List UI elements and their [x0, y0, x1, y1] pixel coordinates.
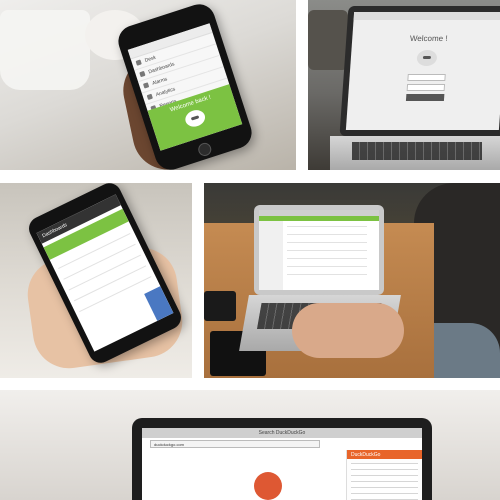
- analytics-icon: [146, 93, 153, 101]
- dashboard-icon: [139, 70, 146, 78]
- laptop-lid: [254, 205, 384, 295]
- laptop-lid: Welcome !: [339, 6, 500, 136]
- sidebar: [259, 221, 283, 290]
- address-bar[interactable]: duckduckgo.com: [150, 440, 320, 448]
- welcome-text: Welcome !: [409, 34, 448, 43]
- password-field[interactable]: [406, 84, 446, 91]
- keyboard: [352, 142, 482, 160]
- login-screen: Welcome !: [345, 12, 500, 130]
- panel-header: DuckDuckGo: [347, 450, 422, 459]
- home-button[interactable]: [196, 141, 213, 158]
- photo-laptop-dashboard: [204, 183, 500, 378]
- photo-duckduckgo: Search DuckDuckGo duckduckgo.com DuckDuc…: [0, 390, 500, 500]
- extension-panel: DuckDuckGo: [346, 450, 422, 500]
- lamp-shape: [308, 10, 348, 70]
- panel-lines: [351, 463, 418, 500]
- tab-bar: Search DuckDuckGo: [142, 428, 422, 438]
- browser-bar: [353, 12, 500, 20]
- photo-android-app: Dashboards: [0, 183, 192, 378]
- laptop-base: [330, 136, 500, 170]
- desk-icon: [135, 59, 142, 66]
- alarm-icon: [142, 82, 150, 89]
- blue-footer: [144, 286, 174, 321]
- mug-shape: [0, 10, 90, 90]
- mascot-icon: [416, 50, 438, 66]
- laptop-lid: Search DuckDuckGo duckduckgo.com DuckDuc…: [132, 418, 432, 500]
- photo-iphone-menu: Desk Dashboards Alarms Analytics Reports…: [0, 0, 296, 170]
- duckduckgo-logo-icon: [254, 472, 282, 500]
- username-field[interactable]: [407, 74, 446, 81]
- smartphone: [204, 291, 236, 321]
- photo-laptop-login: Welcome !: [308, 0, 500, 170]
- dashboard-screen: [259, 210, 379, 290]
- mascot-icon: [183, 107, 208, 130]
- content-lines: [287, 226, 367, 276]
- browser-screen: Search DuckDuckGo duckduckgo.com DuckDuc…: [142, 428, 422, 500]
- hands: [292, 303, 404, 358]
- login-button[interactable]: [405, 94, 445, 101]
